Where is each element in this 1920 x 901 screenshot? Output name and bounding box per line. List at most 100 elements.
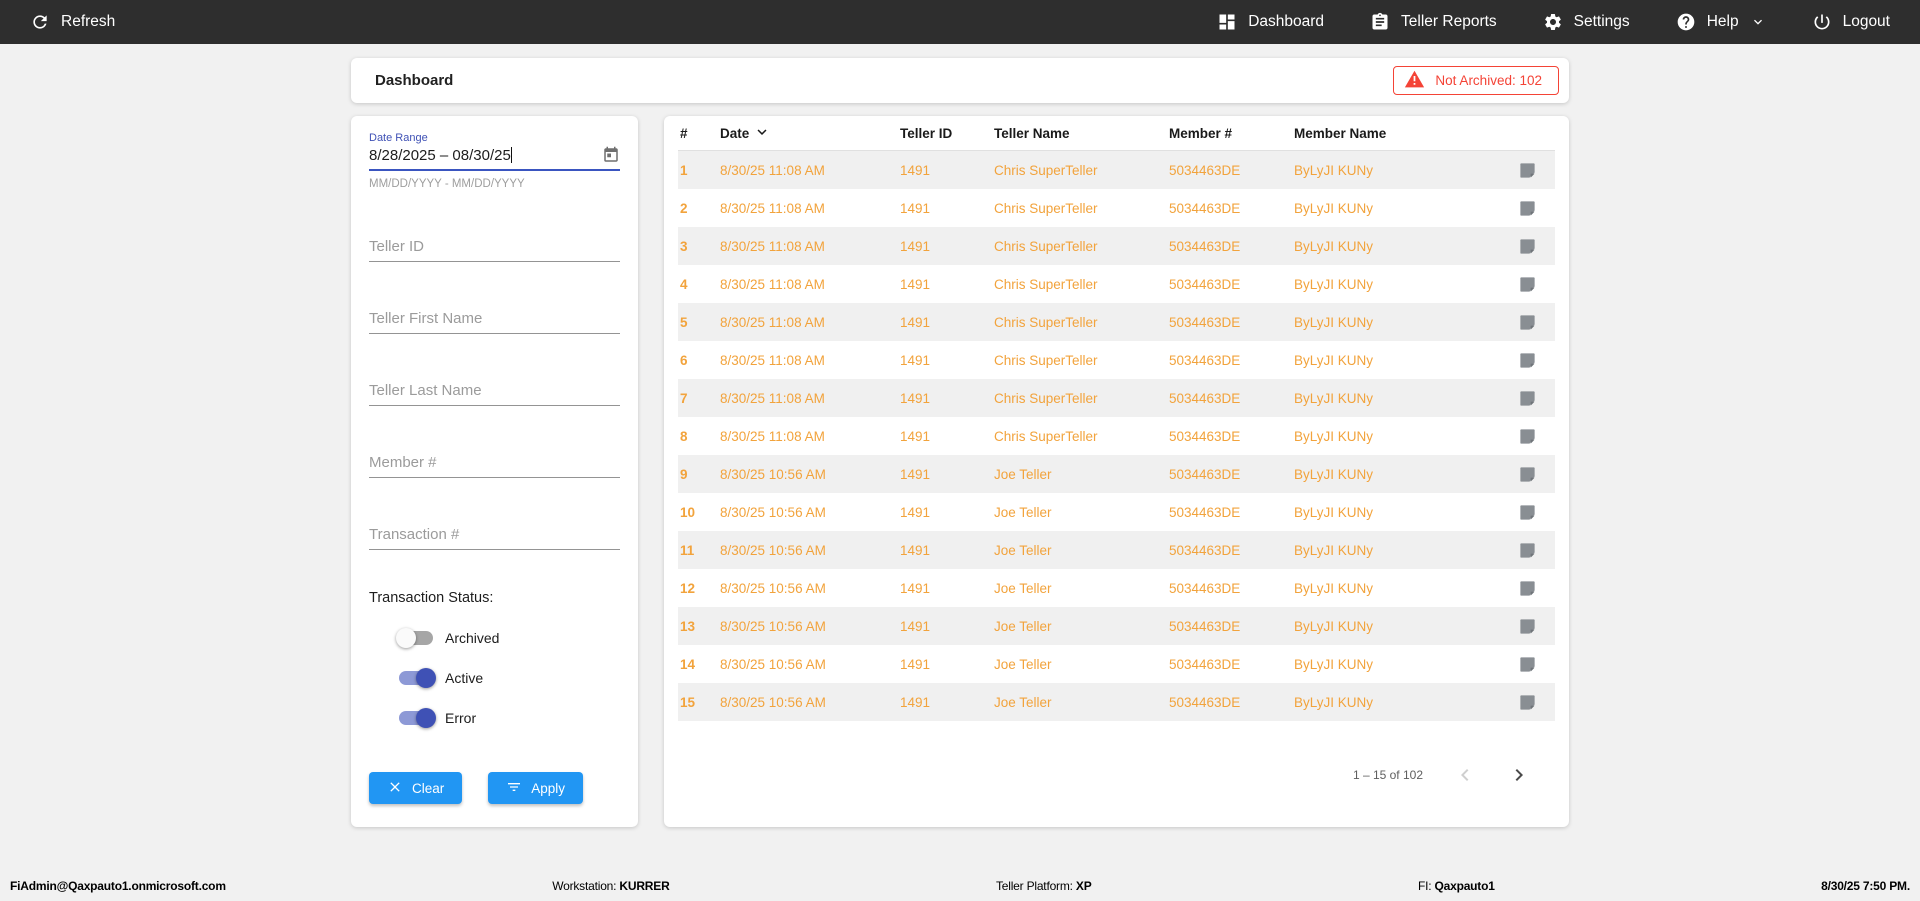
date-range-field[interactable]: Date Range 8/28/2025 – 08/30/25 MM/DD/YY…	[369, 132, 620, 190]
table-row[interactable]: 4 8/30/25 11:08 AM 1491 Chris SuperTeller 50…	[678, 265, 1555, 303]
date-range-value[interactable]: 8/28/2025 – 08/30/25	[369, 147, 511, 164]
table-row[interactable]: 3 8/30/25 11:08 AM 1491 Chris SuperTeller 50…	[678, 227, 1555, 265]
col-date-sort[interactable]: Date	[720, 123, 900, 144]
table-row[interactable]: 15 8/30/25 10:56 AM 1491 Joe Teller 5034463D…	[678, 683, 1555, 721]
note-icon[interactable]	[1499, 427, 1555, 446]
transaction-number-input[interactable]	[369, 522, 620, 550]
table-row[interactable]: 7 8/30/25 11:08 AM 1491 Chris SuperTeller 50…	[678, 379, 1555, 417]
cell-member-number: 5034463DE	[1169, 238, 1241, 254]
cell-date: 8/30/25 11:08 AM	[720, 162, 825, 178]
teller-last-name-field	[369, 378, 620, 406]
cell-teller-id: 1491	[900, 466, 931, 482]
nav-settings[interactable]: Settings	[1543, 12, 1630, 32]
calendar-icon[interactable]	[602, 146, 620, 164]
top-nav: Refresh Dashboard Teller Reports Setting…	[0, 0, 1920, 44]
cell-member-name: ByLyJI KUNy	[1294, 162, 1374, 178]
toggle-thumb	[416, 708, 436, 728]
nav-help[interactable]: Help	[1676, 12, 1766, 32]
cell-teller-name: Chris SuperTeller	[994, 428, 1098, 444]
nav-logout[interactable]: Logout	[1812, 12, 1890, 32]
note-icon[interactable]	[1499, 617, 1555, 636]
refresh-button[interactable]: Refresh	[30, 12, 115, 32]
archived-toggle[interactable]	[396, 628, 433, 648]
nav-teller-reports[interactable]: Teller Reports	[1370, 12, 1497, 32]
table-row[interactable]: 12 8/30/25 10:56 AM 1491 Joe Teller 5034463D…	[678, 569, 1555, 607]
table-row[interactable]: 11 8/30/25 10:56 AM 1491 Joe Teller 5034463D…	[678, 531, 1555, 569]
not-archived-label: Not Archived: 102	[1435, 73, 1542, 88]
cell-member-number: 5034463DE	[1169, 162, 1241, 178]
cell-teller-id: 1491	[900, 276, 931, 292]
cell-date: 8/30/25 11:08 AM	[720, 276, 825, 292]
nav-dashboard[interactable]: Dashboard	[1217, 12, 1324, 32]
table-row[interactable]: 5 8/30/25 11:08 AM 1491 Chris SuperTeller 50…	[678, 303, 1555, 341]
note-icon[interactable]	[1499, 199, 1555, 218]
cell-number: 1	[680, 162, 688, 178]
note-icon[interactable]	[1499, 275, 1555, 294]
cell-member-number: 5034463DE	[1169, 314, 1241, 330]
cell-member-number: 5034463DE	[1169, 580, 1241, 596]
cell-teller-name: Chris SuperTeller	[994, 238, 1098, 254]
close-icon	[387, 779, 403, 798]
note-icon[interactable]	[1499, 313, 1555, 332]
date-format-hint: MM/DD/YYYY - MM/DD/YYYY	[369, 178, 525, 190]
table-row[interactable]: 1 8/30/25 11:08 AM 1491 Chris SuperTeller 50…	[678, 151, 1555, 189]
note-icon[interactable]	[1499, 161, 1555, 180]
note-icon[interactable]	[1499, 579, 1555, 598]
clear-button[interactable]: Clear	[369, 772, 463, 804]
table-row[interactable]: 13 8/30/25 10:56 AM 1491 Joe Teller 5034463D…	[678, 607, 1555, 645]
teller-id-input[interactable]	[369, 234, 620, 262]
table-row[interactable]: 14 8/30/25 10:56 AM 1491 Joe Teller 5034463D…	[678, 645, 1555, 683]
page-title: Dashboard	[375, 72, 454, 89]
note-icon[interactable]	[1499, 465, 1555, 484]
note-icon[interactable]	[1499, 389, 1555, 408]
cell-teller-name: Joe Teller	[994, 656, 1052, 672]
cell-member-number: 5034463DE	[1169, 694, 1241, 710]
filter-panel: Date Range 8/28/2025 – 08/30/25 MM/DD/YY…	[351, 116, 638, 827]
note-icon[interactable]	[1499, 237, 1555, 256]
cell-teller-name: Chris SuperTeller	[994, 390, 1098, 406]
member-number-input[interactable]	[369, 450, 620, 478]
teller-last-name-input[interactable]	[369, 378, 620, 406]
note-icon[interactable]	[1499, 693, 1555, 712]
col-member-number: Member #	[1169, 125, 1233, 141]
cell-member-number: 5034463DE	[1169, 618, 1241, 634]
note-icon[interactable]	[1499, 655, 1555, 674]
teller-first-name-field	[369, 306, 620, 334]
cell-date: 8/30/25 10:56 AM	[720, 656, 826, 672]
next-page-icon[interactable]	[1507, 763, 1531, 787]
cell-member-name: ByLyJI KUNy	[1294, 276, 1374, 292]
cell-date: 8/30/25 10:56 AM	[720, 694, 826, 710]
nav-logout-label: Logout	[1842, 13, 1890, 30]
cell-member-number: 5034463DE	[1169, 428, 1241, 444]
table-row[interactable]: 2 8/30/25 11:08 AM 1491 Chris SuperTeller 50…	[678, 189, 1555, 227]
table-row[interactable]: 10 8/30/25 10:56 AM 1491 Joe Teller 5034463D…	[678, 493, 1555, 531]
nav-settings-label: Settings	[1573, 13, 1630, 30]
note-icon[interactable]	[1499, 503, 1555, 522]
note-icon[interactable]	[1499, 351, 1555, 370]
cell-number: 10	[680, 504, 696, 520]
cell-member-number: 5034463DE	[1169, 504, 1241, 520]
col-date-label: Date	[720, 125, 750, 141]
cell-member-number: 5034463DE	[1169, 466, 1241, 482]
cell-teller-id: 1491	[900, 504, 931, 520]
cell-member-name: ByLyJI KUNy	[1294, 618, 1374, 634]
cell-member-number: 5034463DE	[1169, 276, 1241, 292]
note-icon[interactable]	[1499, 541, 1555, 560]
table-row[interactable]: 9 8/30/25 10:56 AM 1491 Joe Teller 5034463DE…	[678, 455, 1555, 493]
cell-teller-name: Joe Teller	[994, 694, 1052, 710]
teller-first-name-input[interactable]	[369, 306, 620, 334]
transaction-number-field	[369, 522, 620, 550]
error-toggle[interactable]	[399, 708, 436, 728]
footer-platform: Teller Platform: XP	[995, 879, 1092, 893]
table-row[interactable]: 6 8/30/25 11:08 AM 1491 Chris SuperTeller 50…	[678, 341, 1555, 379]
not-archived-badge: Not Archived: 102	[1393, 66, 1559, 95]
cell-member-name: ByLyJI KUNy	[1294, 542, 1374, 558]
table-row[interactable]: 8 8/30/25 11:08 AM 1491 Chris SuperTeller 50…	[678, 417, 1555, 455]
cell-member-name: ByLyJI KUNy	[1294, 580, 1374, 596]
cell-member-number: 5034463DE	[1169, 542, 1241, 558]
active-toggle[interactable]	[399, 668, 436, 688]
refresh-icon	[30, 12, 50, 32]
footer-user: FiAdmin@Qaxpauto1.onmicrosoft.com	[10, 879, 226, 893]
previous-page-icon[interactable]	[1453, 763, 1477, 787]
apply-button[interactable]: Apply	[488, 772, 584, 804]
